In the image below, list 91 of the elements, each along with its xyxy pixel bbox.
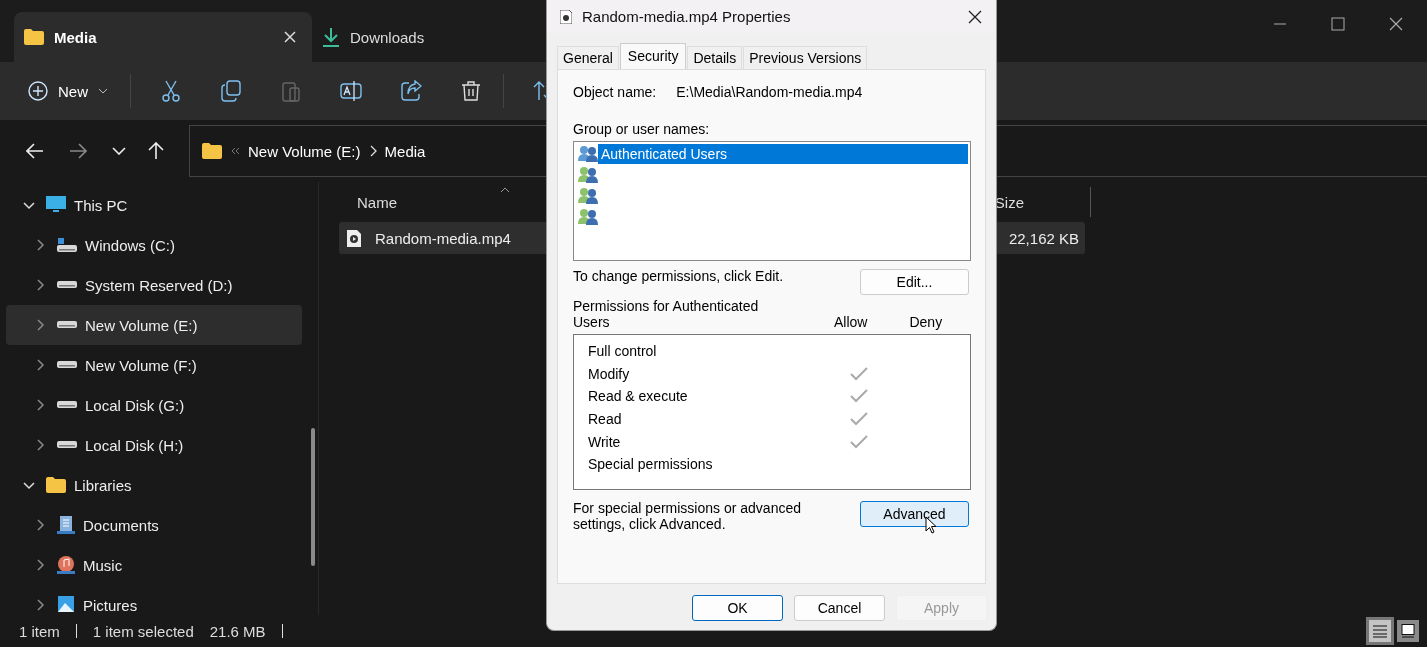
permission-name: Special permissions <box>588 456 713 473</box>
permission-name: Write <box>588 433 621 450</box>
nav-label: Libraries <box>74 476 132 494</box>
drive-icon <box>57 237 77 253</box>
item-count: 1 item <box>19 622 60 640</box>
permission-name: Modify <box>588 365 630 382</box>
edit-button[interactable]: Edit... <box>860 269 969 295</box>
details-view-button[interactable] <box>1369 620 1391 642</box>
share-icon[interactable] <box>400 80 422 102</box>
video-file-icon <box>347 229 361 247</box>
copy-icon[interactable] <box>220 80 242 102</box>
nav-item[interactable]: Music <box>6 545 302 585</box>
tab[interactable]: Security <box>619 43 687 70</box>
drive-icon <box>57 401 77 409</box>
folder-icon <box>46 477 66 493</box>
nav-label: Documents <box>83 516 159 534</box>
nav-label: New Volume (F:) <box>85 356 197 374</box>
tab[interactable]: Downloads <box>312 12 441 62</box>
group-name[interactable]: Authenticated Users <box>598 143 968 164</box>
tiles-view-button[interactable] <box>1397 620 1419 642</box>
sort-caret-icon <box>500 187 510 193</box>
drive-icon <box>57 321 77 329</box>
document-icon <box>57 516 75 534</box>
dialog-button[interactable]: OK <box>692 595 783 621</box>
nav-label: Music <box>83 556 123 574</box>
permission-name: Read <box>588 411 622 428</box>
file-size: 22,162 KB <box>1008 229 1079 247</box>
nav-item[interactable]: Pictures <box>6 585 302 625</box>
object-name-label: Object name: <box>573 84 657 100</box>
nav-item[interactable]: New Volume (F:) <box>6 345 302 385</box>
selection-info: 1 item selected <box>92 622 194 640</box>
scissors-icon[interactable] <box>160 80 182 102</box>
selection-size: 21.6 MB <box>209 622 266 640</box>
tab[interactable]: Media <box>14 12 312 62</box>
dialog-title: Random-media.mp4 Properties <box>582 8 791 25</box>
nav-label: New Volume (E:) <box>85 316 198 334</box>
rename-icon[interactable] <box>340 80 362 102</box>
preview-icon <box>1401 624 1415 638</box>
permission-name: Read & execute <box>588 388 688 405</box>
nav-label: Local Disk (H:) <box>85 436 184 454</box>
drive-icon <box>57 441 77 449</box>
nav-label: System Reserved (D:) <box>85 276 233 294</box>
video-file-icon <box>560 9 572 24</box>
delete-icon[interactable] <box>460 80 482 102</box>
double-chevron-icon[interactable] <box>230 147 240 155</box>
caret-icon <box>98 88 108 94</box>
nav-label: Local Disk (G:) <box>85 396 185 414</box>
tab[interactable]: General <box>557 46 619 69</box>
plus-icon <box>28 81 48 101</box>
breadcrumb-item[interactable]: Media <box>384 142 426 160</box>
download-icon <box>322 27 340 47</box>
group-list[interactable]: Authenticated Users <box>573 141 971 261</box>
close-icon[interactable] <box>968 9 982 24</box>
nav-item[interactable]: Libraries <box>6 465 302 505</box>
nav-item[interactable]: This PC <box>6 185 302 225</box>
deny-header: Deny <box>909 314 943 330</box>
advanced-hint: For special permissions or advanced settings, click Advanced. <box>573 500 802 532</box>
new-button[interactable]: New <box>28 81 108 101</box>
nav-label: Pictures <box>83 596 138 614</box>
change-hint: To change permissions, click Edit. <box>573 268 784 284</box>
drive-icon <box>57 361 77 369</box>
drive-icon <box>57 281 77 289</box>
permission-name: Full control <box>588 343 657 360</box>
nav-label: Windows (C:) <box>85 236 175 254</box>
list-icon <box>1373 624 1387 638</box>
file-name: Random-media.mp4 <box>375 229 511 247</box>
folder-icon <box>24 29 44 45</box>
tab[interactable]: Previous Versions <box>743 46 868 69</box>
picture-icon <box>57 596 75 614</box>
paste-icon <box>280 80 302 102</box>
allow-header: Allow <box>834 314 868 330</box>
breadcrumb-item[interactable]: New Volume (E:) <box>248 142 361 160</box>
maximize-icon[interactable] <box>1331 17 1345 31</box>
advanced-button[interactable]: Advanced <box>860 501 969 527</box>
column-header[interactable]: Name <box>357 193 397 211</box>
nav-label: This PC <box>74 196 128 214</box>
nav-item[interactable]: Windows (C:) <box>6 225 302 265</box>
object-name-value: E:\Media\Random-media.mp4 <box>676 84 863 100</box>
folder-icon <box>202 143 222 159</box>
nav-item[interactable]: Documents <box>6 505 302 545</box>
nav-item[interactable]: System Reserved (D:) <box>6 265 302 305</box>
dialog-button[interactable]: Cancel <box>794 595 885 621</box>
tab[interactable]: Details <box>687 46 743 69</box>
monitor-icon <box>46 196 66 214</box>
music-icon <box>57 556 75 574</box>
chevron-right-icon <box>368 145 377 157</box>
nav-item[interactable]: Local Disk (G:) <box>6 385 302 425</box>
nav-item[interactable]: Local Disk (H:) <box>6 425 302 465</box>
nav-item[interactable]: New Volume (E:) <box>6 305 302 345</box>
permissions-label: Permissions for Authenticated Users <box>573 298 760 330</box>
close-icon[interactable] <box>1389 17 1403 31</box>
